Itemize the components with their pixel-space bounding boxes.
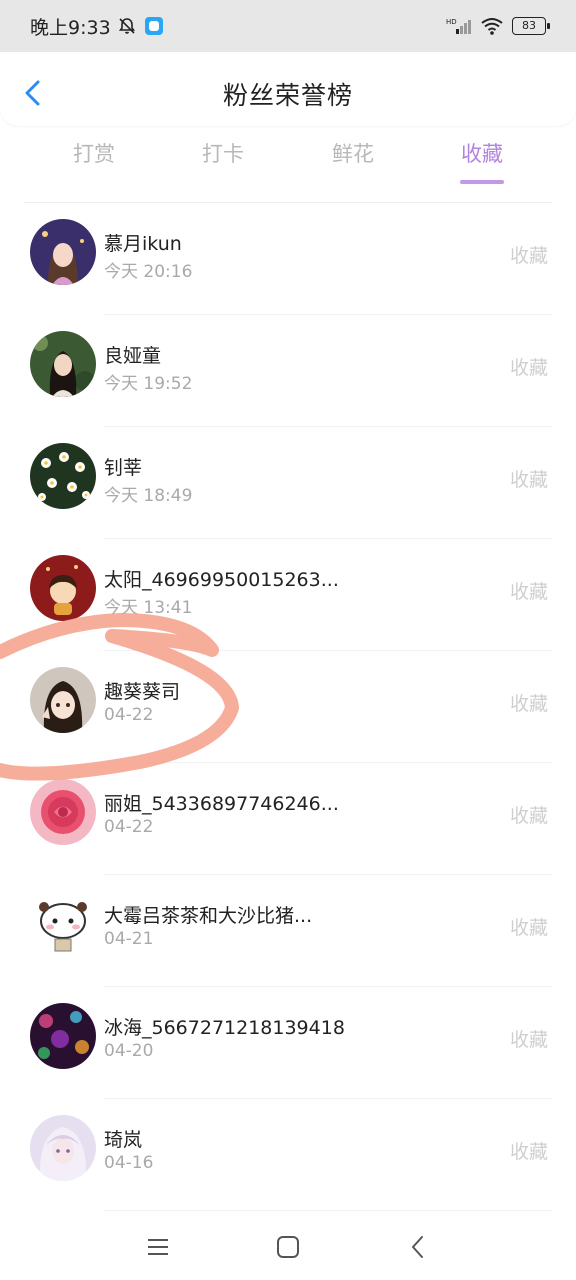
tab-bar: 打赏 打卡 鲜花 收藏 <box>0 138 576 186</box>
list-item[interactable]: 慕月ikun 今天 20:16 收藏 <box>0 203 576 315</box>
favorite-label: 收藏 <box>509 581 548 603</box>
fan-name: 冰海_56672712181394184 <box>104 1017 344 1039</box>
bell-mute-icon <box>118 18 135 34</box>
status-bar: 晚上9:33 HD 83 <box>0 0 576 52</box>
favorite-label: 收藏 <box>509 1029 548 1051</box>
header-bar: 粉丝荣誉榜 <box>0 52 576 126</box>
favorite-label: 收藏 <box>509 469 548 491</box>
avatar[interactable] <box>30 1115 96 1181</box>
fan-time: 04-21 <box>104 929 154 949</box>
favorite-label: 收藏 <box>509 805 548 827</box>
favorite-label: 收藏 <box>509 917 548 939</box>
list-item[interactable]: 琦岚 04-16 收藏 <box>0 1099 576 1211</box>
home-icon[interactable] <box>273 1232 303 1262</box>
avatar[interactable] <box>30 1003 96 1069</box>
avatar[interactable] <box>30 443 96 509</box>
fan-list: 慕月ikun 今天 20:16 收藏 良娅童 今天 19:52 收藏 钊莘 今天… <box>0 203 576 1211</box>
tab-checkin[interactable]: 打卡 <box>173 138 273 168</box>
status-time: 晚上9:33 <box>30 16 111 39</box>
fan-time: 04-22 <box>104 817 154 837</box>
fan-name: 良娅童 <box>104 345 162 367</box>
list-item[interactable]: 大霉吕茶茶和大沙比猪... 04-21 收藏 <box>0 875 576 987</box>
tab-reward[interactable]: 打赏 <box>44 138 144 168</box>
avatar[interactable] <box>30 891 96 957</box>
fan-name: 钊莘 <box>104 457 143 479</box>
fan-name: 琦岚 <box>104 1129 143 1151</box>
avatar[interactable] <box>30 667 96 733</box>
page-title: 粉丝荣誉榜 <box>222 81 353 110</box>
back-nav-icon[interactable] <box>403 1232 433 1262</box>
favorite-label: 收藏 <box>509 1141 548 1163</box>
list-item[interactable]: 趣葵葵司 04-22 收藏 <box>0 651 576 763</box>
avatar[interactable] <box>30 779 96 845</box>
avatar[interactable] <box>30 219 96 285</box>
system-navigation-bar <box>0 1212 576 1280</box>
list-item[interactable]: 冰海_56672712181394184 04-20 收藏 <box>0 987 576 1099</box>
fan-name: 慕月ikun <box>104 233 182 255</box>
favorite-label: 收藏 <box>509 357 548 379</box>
fan-name: 太阳_46969950015263... <box>104 569 339 591</box>
list-item[interactable]: 丽姐_54336897746246... 04-22 收藏 <box>0 763 576 875</box>
row-divider <box>104 1210 552 1211</box>
active-tab-indicator <box>460 180 504 184</box>
favorite-label: 收藏 <box>509 245 548 267</box>
app-notification-icon <box>144 17 163 35</box>
avatar[interactable] <box>30 331 96 397</box>
tab-flowers[interactable]: 鲜花 <box>303 138 403 168</box>
list-item[interactable]: 良娅童 今天 19:52 收藏 <box>0 315 576 427</box>
fan-time: 今天 19:52 <box>104 374 193 394</box>
fan-time: 04-22 <box>104 705 154 725</box>
favorite-label: 收藏 <box>509 693 548 715</box>
fan-time: 今天 13:41 <box>104 598 193 618</box>
tab-favorites[interactable]: 收藏 <box>432 138 532 168</box>
menu-icon[interactable] <box>143 1232 173 1262</box>
fan-time: 今天 20:16 <box>104 262 193 282</box>
fan-time: 04-20 <box>104 1041 154 1061</box>
fan-time: 04-16 <box>104 1153 154 1173</box>
svg-text:HD: HD <box>446 18 457 26</box>
fan-name: 丽姐_54336897746246... <box>104 793 339 815</box>
avatar[interactable] <box>30 555 96 621</box>
battery-indicator: 83 <box>512 17 550 35</box>
fan-name: 趣葵葵司 <box>104 681 181 703</box>
signal-icon: HD <box>446 18 471 34</box>
fan-name: 大霉吕茶茶和大沙比猪... <box>104 905 313 927</box>
fan-time: 今天 18:49 <box>104 486 193 506</box>
list-item[interactable]: 太阳_46969950015263... 今天 13:41 收藏 <box>0 539 576 651</box>
list-item[interactable]: 钊莘 今天 18:49 收藏 <box>0 427 576 539</box>
wifi-icon <box>481 18 503 35</box>
